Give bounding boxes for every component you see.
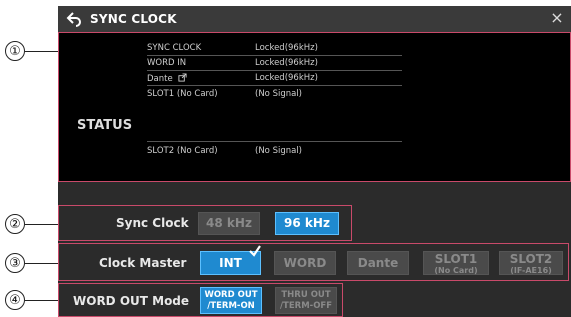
status-value: Locked(96kHz) bbox=[255, 43, 318, 53]
callout-4-line bbox=[25, 300, 58, 301]
back-arrow-icon[interactable] bbox=[64, 9, 84, 29]
word-out-mode-label: WORD OUT Mode bbox=[73, 294, 190, 308]
button-label: SLOT1 bbox=[434, 252, 478, 266]
button-label-line2: /TERM-ON bbox=[207, 301, 255, 311]
status-key: SLOT2 (No Card) bbox=[147, 146, 218, 156]
status-area: STATUS SYNC CLOCK Locked(96kHz) WORD IN … bbox=[58, 32, 571, 182]
status-value: Locked(96kHz) bbox=[255, 73, 318, 83]
button-label-line2: /TERM-OFF bbox=[279, 301, 333, 311]
clock-master-dante-button[interactable]: Dante bbox=[347, 251, 409, 275]
status-value: Locked(96kHz) bbox=[255, 58, 318, 68]
close-icon[interactable]: × bbox=[549, 10, 565, 26]
callout-1-line bbox=[25, 51, 58, 52]
status-key: WORD IN bbox=[147, 58, 187, 68]
status-divider bbox=[147, 85, 402, 86]
clock-master-int-button[interactable]: INT bbox=[200, 245, 261, 275]
callout-2: ② bbox=[5, 214, 25, 234]
clock-master-slot2-button[interactable]: SLOT2 (IF-AE16) bbox=[499, 251, 563, 275]
status-divider bbox=[147, 141, 402, 142]
button-sublabel: (No Card) bbox=[434, 266, 478, 275]
status-key: SYNC CLOCK bbox=[147, 43, 202, 53]
sync-clock-48khz-button[interactable]: 48 kHz bbox=[198, 212, 260, 235]
sync-clock-label: Sync Clock bbox=[116, 216, 189, 230]
clock-master-label: Clock Master bbox=[99, 256, 187, 270]
status-divider bbox=[147, 70, 402, 71]
button-sublabel: (IF-AE16) bbox=[510, 266, 552, 275]
button-label-line1: WORD OUT bbox=[204, 290, 258, 300]
status-value: (No Signal) bbox=[255, 146, 303, 156]
clock-master-row: Clock Master INT WORD Dante SLOT1 (No Ca… bbox=[58, 243, 569, 281]
callout-3-line bbox=[25, 263, 58, 264]
button-label: INT bbox=[219, 256, 242, 270]
word-out-term-on-button[interactable]: WORD OUT /TERM-ON bbox=[200, 287, 262, 314]
callout-1: ① bbox=[5, 41, 25, 61]
callout-4: ④ bbox=[5, 290, 25, 310]
thru-out-term-off-button[interactable]: THRU OUT /TERM-OFF bbox=[275, 287, 337, 314]
status-key: SLOT1 (No Card) bbox=[147, 89, 218, 99]
status-key: Dante bbox=[147, 74, 173, 84]
status-divider bbox=[147, 55, 402, 56]
checkmark-icon bbox=[249, 245, 261, 257]
clock-master-slot1-button[interactable]: SLOT1 (No Card) bbox=[423, 251, 489, 275]
sync-clock-96khz-button[interactable]: 96 kHz bbox=[275, 212, 339, 235]
external-link-icon[interactable] bbox=[178, 73, 187, 82]
callout-2-line bbox=[25, 224, 58, 225]
title-bar: SYNC CLOCK × bbox=[58, 6, 571, 32]
status-label: STATUS bbox=[77, 118, 133, 133]
clock-master-word-button[interactable]: WORD bbox=[274, 251, 336, 275]
window-title: SYNC CLOCK bbox=[90, 12, 177, 26]
callout-3: ③ bbox=[5, 253, 25, 273]
button-label: SLOT2 bbox=[509, 252, 553, 266]
word-out-mode-row: WORD OUT Mode WORD OUT /TERM-ON THRU OUT… bbox=[58, 283, 343, 317]
status-value: (No Signal) bbox=[255, 89, 303, 99]
button-label-line1: THRU OUT bbox=[281, 290, 331, 300]
sync-clock-panel: SYNC CLOCK × STATUS SYNC CLOCK Locked(96… bbox=[58, 6, 571, 317]
sync-clock-row: Sync Clock 48 kHz 96 kHz bbox=[58, 205, 352, 241]
